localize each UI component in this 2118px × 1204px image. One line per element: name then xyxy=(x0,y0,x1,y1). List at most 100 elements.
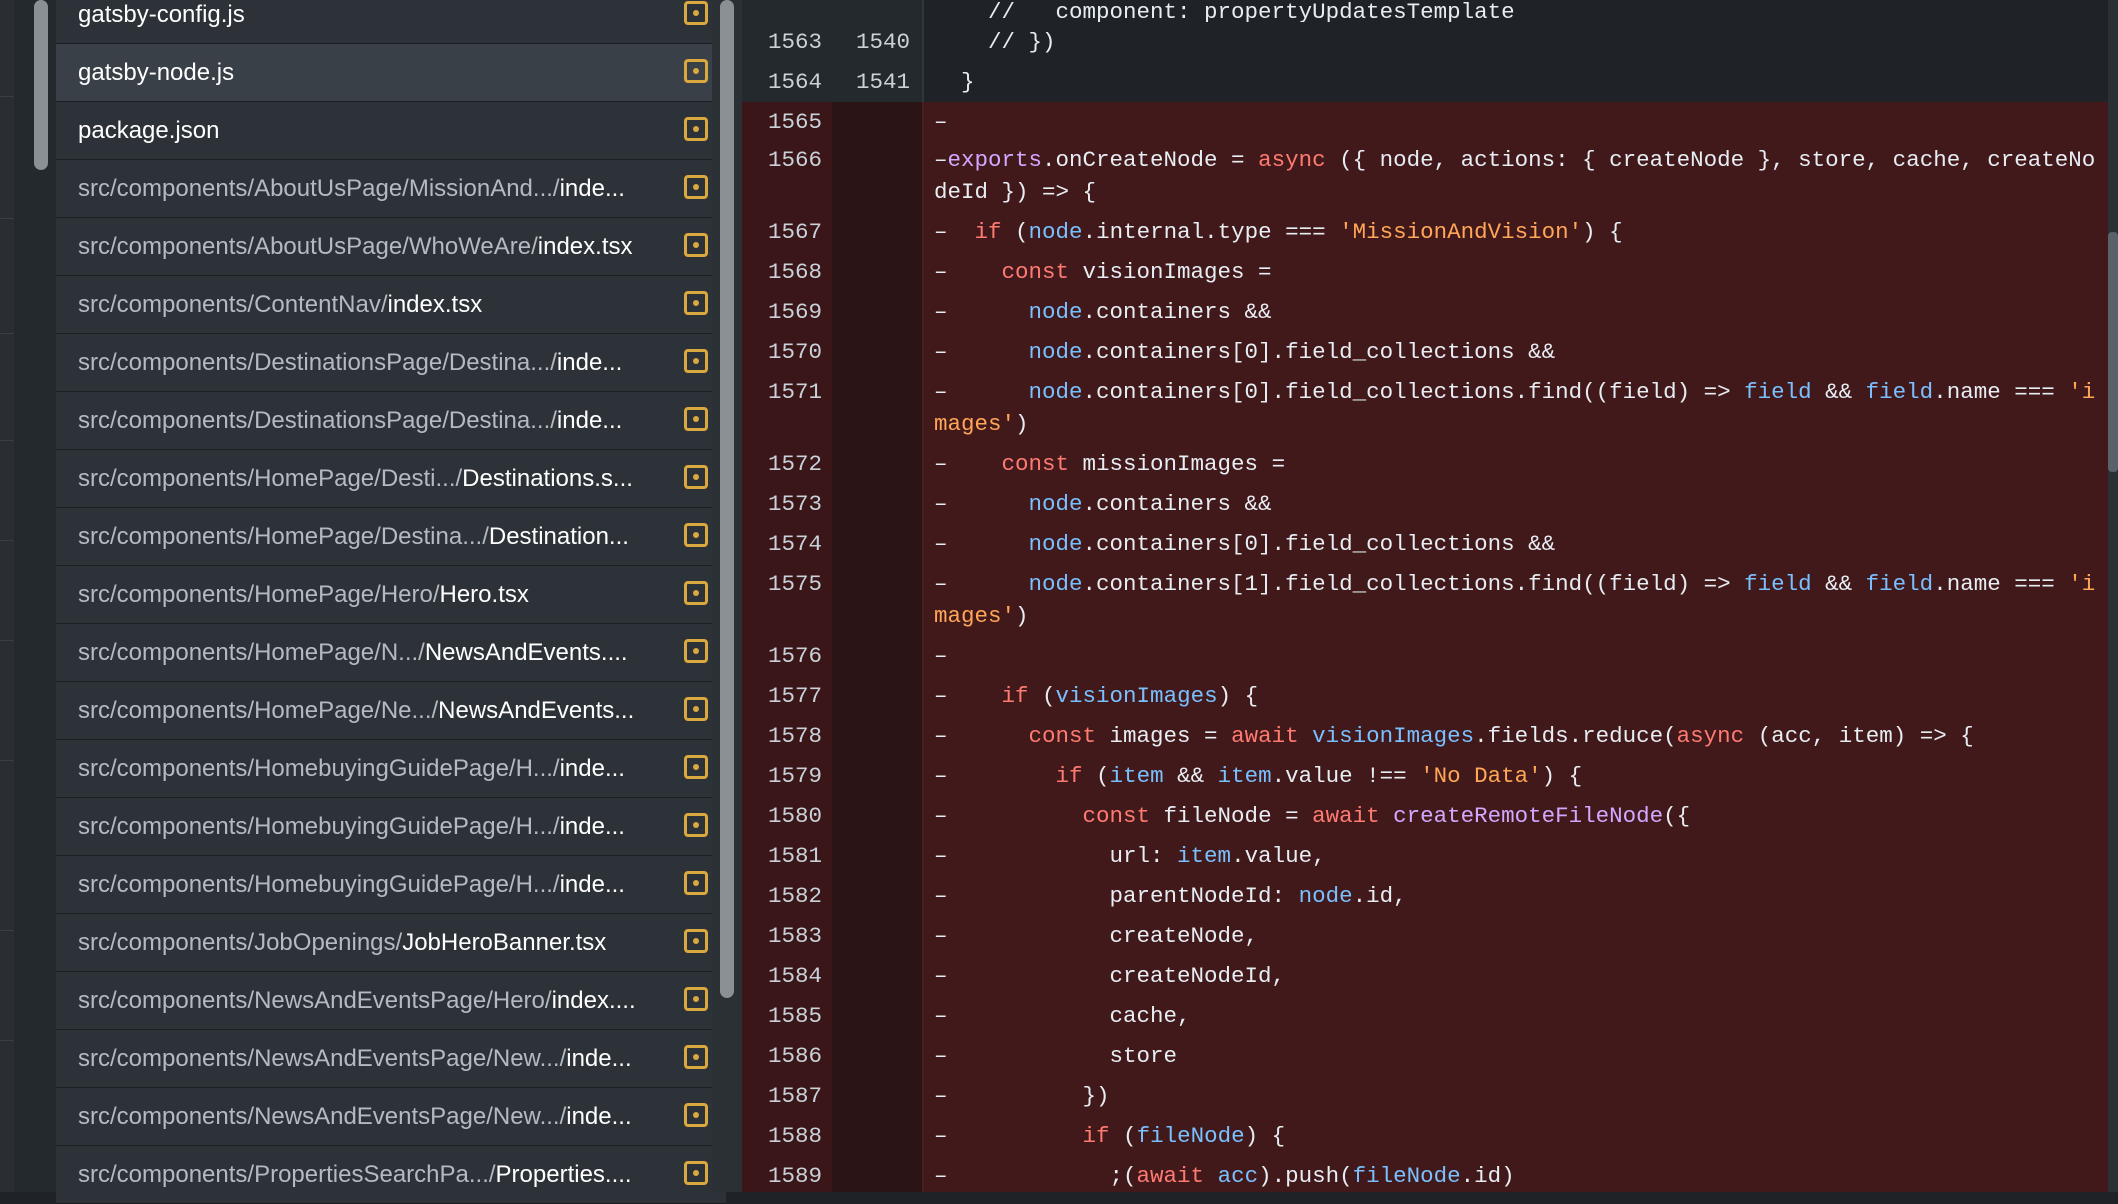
activity-strip xyxy=(0,0,14,1192)
new-line-gutter[interactable] xyxy=(832,956,922,996)
new-line-gutter[interactable] xyxy=(832,1156,922,1192)
new-line-gutter[interactable] xyxy=(832,836,922,876)
old-line-number: 1581 xyxy=(767,843,822,869)
file-list-item[interactable]: src/components/ContentNav/index.tsx xyxy=(56,276,726,334)
file-list-item[interactable]: gatsby-node.js xyxy=(56,44,726,102)
file-dir: src/components/NewsAndEventsPage/Hero/ xyxy=(78,987,552,1014)
new-line-gutter[interactable] xyxy=(832,636,922,676)
code-token: item xyxy=(1177,843,1232,869)
file-list-item[interactable]: package.json xyxy=(56,102,726,160)
new-line-gutter[interactable] xyxy=(832,1076,922,1116)
old-line-number: 1573 xyxy=(767,491,822,517)
new-line-gutter[interactable] xyxy=(832,524,922,564)
new-line-gutter[interactable] xyxy=(832,292,922,332)
old-line-number: 1563 xyxy=(767,29,822,55)
code-token: .id) xyxy=(1460,1163,1515,1189)
file-list-item[interactable]: src/components/JobOpenings/JobHeroBanner… xyxy=(56,914,726,972)
code-token: .value, xyxy=(1231,843,1326,869)
new-line-gutter[interactable] xyxy=(832,996,922,1036)
code-text: – xyxy=(934,102,2104,138)
code-token: images = xyxy=(1096,723,1232,749)
new-line-gutter[interactable] xyxy=(832,212,922,252)
new-line-gutter[interactable] xyxy=(832,796,922,836)
file-list-item[interactable]: src/components/AboutUsPage/WhoWeAre/inde… xyxy=(56,218,726,276)
new-line-gutter[interactable] xyxy=(832,140,922,212)
file-list-item[interactable]: src/components/AboutUsPage/MissionAnd...… xyxy=(56,160,726,218)
new-line-gutter[interactable] xyxy=(832,916,922,956)
file-list-item[interactable]: src/components/HomebuyingGuidePage/H.../… xyxy=(56,740,726,798)
file-path: src/components/HomebuyingGuidePage/H.../… xyxy=(78,740,625,797)
file-name: Hero.tsx xyxy=(439,581,529,608)
diff-line-deleted: 1568 – const visionImages = xyxy=(742,252,2108,292)
new-line-gutter[interactable] xyxy=(832,716,922,756)
file-name: index.tsx xyxy=(537,233,633,260)
file-modified-icon xyxy=(684,755,708,779)
diff-line-deleted: 1574 – node.containers[0].field_collectio… xyxy=(742,524,2108,564)
code-token: exports xyxy=(947,147,1043,173)
diff-line-deleted: 1572 – const missionImages = xyxy=(742,444,2108,484)
code-token: visionImages = xyxy=(1069,259,1272,285)
gutter-divider xyxy=(922,372,924,444)
new-line-gutter[interactable] xyxy=(832,1036,922,1076)
code-token: if xyxy=(1001,683,1029,709)
file-list-item[interactable]: gatsby-config.js xyxy=(56,0,726,44)
old-line-number: 1571 xyxy=(767,379,822,405)
new-line-gutter[interactable] xyxy=(832,0,922,22)
code-token: fileNode xyxy=(1352,1163,1461,1189)
file-path: src/components/HomePage/Ne.../NewsAndEve… xyxy=(78,682,634,739)
new-line-gutter[interactable] xyxy=(832,102,922,140)
new-line-gutter[interactable] xyxy=(832,444,922,484)
file-list-item[interactable]: src/components/NewsAndEventsPage/New.../… xyxy=(56,1030,726,1088)
old-line-number: 1575 xyxy=(767,571,822,597)
file-list-item[interactable]: src/components/NewsAndEventsPage/New.../… xyxy=(56,1088,726,1146)
new-line-gutter[interactable] xyxy=(832,876,922,916)
diff-scrollbar-thumb[interactable] xyxy=(2108,232,2118,472)
file-list-item[interactable]: src/components/HomePage/Hero/Hero.tsx xyxy=(56,566,726,624)
file-path: src/components/AboutUsPage/MissionAnd...… xyxy=(78,160,625,217)
old-line-number: 1564 xyxy=(767,69,822,95)
new-line-gutter[interactable] xyxy=(832,676,922,716)
new-line-gutter[interactable] xyxy=(832,252,922,292)
old-line-gutter[interactable] xyxy=(742,0,832,22)
file-list-item[interactable]: src/components/NewsAndEventsPage/Hero/in… xyxy=(56,972,726,1030)
gutter-divider xyxy=(922,956,924,996)
file-panel-scrollbar[interactable] xyxy=(720,0,734,998)
file-list-item[interactable]: src/components/DestinationsPage/Destina.… xyxy=(56,334,726,392)
file-list-item[interactable]: src/components/HomebuyingGuidePage/H.../… xyxy=(56,798,726,856)
file-path: src/components/HomebuyingGuidePage/H.../… xyxy=(78,856,625,913)
gutter-divider xyxy=(922,1116,924,1156)
new-line-gutter[interactable] xyxy=(832,332,922,372)
file-list-item[interactable]: src/components/HomePage/N.../NewsAndEven… xyxy=(56,624,726,682)
file-list-item[interactable]: src/components/HomebuyingGuidePage/H.../… xyxy=(56,856,726,914)
file-modified-icon xyxy=(684,639,708,663)
file-dir: src/components/HomePage/Hero/ xyxy=(78,581,440,608)
code-text: – const fileNode = await createRemoteFil… xyxy=(934,796,2104,832)
new-line-gutter[interactable] xyxy=(832,372,922,444)
code-token: await xyxy=(1136,1163,1205,1189)
code-text: // }) xyxy=(934,22,2104,58)
file-list-scrollbar[interactable] xyxy=(34,0,48,170)
code-token: node xyxy=(1028,299,1083,325)
code-token: node xyxy=(1028,379,1083,405)
diff-scrollbar[interactable] xyxy=(2108,0,2118,1192)
diff-line-deleted: 1571 – node.containers[0].field_collectio… xyxy=(742,372,2108,444)
new-line-gutter[interactable] xyxy=(832,1116,922,1156)
code-token: const xyxy=(1028,723,1097,749)
file-dir: src/components/JobOpenings/ xyxy=(78,929,403,956)
file-list-item[interactable]: src/components/HomePage/Desti.../Destina… xyxy=(56,450,726,508)
file-list-item[interactable]: src/components/HomePage/Ne.../NewsAndEve… xyxy=(56,682,726,740)
old-line-number: 1583 xyxy=(767,923,822,949)
file-path: src/components/HomePage/Desti.../Destina… xyxy=(78,450,633,507)
code-text: – const visionImages = xyxy=(934,252,2104,288)
file-modified-icon xyxy=(684,407,708,431)
code-token: ) xyxy=(1015,411,1029,437)
code-token: .containers && xyxy=(1082,299,1272,325)
file-dir: src/components/HomebuyingGuidePage/H.../ xyxy=(78,871,560,898)
new-line-gutter[interactable] xyxy=(832,484,922,524)
file-list-item[interactable]: src/components/HomePage/Destina.../Desti… xyxy=(56,508,726,566)
code-token: .containers[0].field_collections && xyxy=(1082,531,1556,557)
file-list-item[interactable]: src/components/DestinationsPage/Destina.… xyxy=(56,392,726,450)
new-line-gutter[interactable] xyxy=(832,756,922,796)
new-line-gutter[interactable] xyxy=(832,564,922,636)
file-list-item[interactable]: src/components/PropertiesSearchPa.../Pro… xyxy=(56,1146,726,1204)
